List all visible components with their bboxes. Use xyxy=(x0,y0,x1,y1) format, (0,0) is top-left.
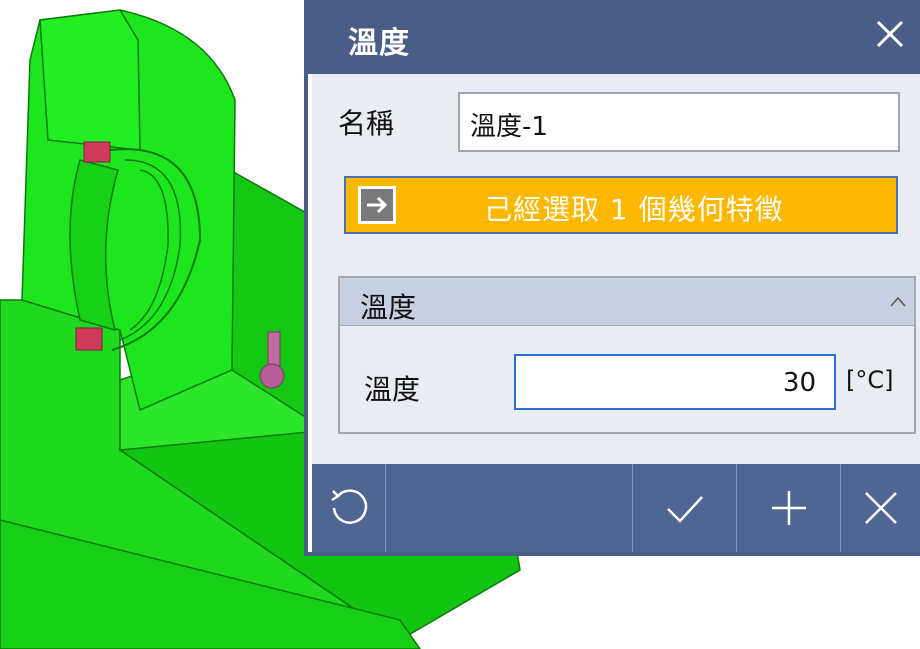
check-icon xyxy=(666,496,703,523)
temperature-field[interactable]: 30 xyxy=(514,354,836,410)
ok-button[interactable] xyxy=(632,464,736,552)
dialog-title: 溫度 xyxy=(348,26,410,61)
arrow-right-icon xyxy=(358,186,396,224)
temperature-group: 溫度 溫度 30 [°C] xyxy=(338,276,916,434)
cancel-button[interactable] xyxy=(840,464,920,552)
temperature-unit: [°C] xyxy=(846,366,894,394)
name-value: 溫度-1 xyxy=(470,112,548,142)
geometry-selection-button[interactable]: 己經選取 1 個幾何特徵 xyxy=(344,176,898,234)
dialog-body: 名稱 溫度-1 己經選取 1 個幾何特徵 溫度 溫度 30 [°C] xyxy=(312,74,920,464)
name-label: 名稱 xyxy=(338,107,395,140)
dialog-titlebar[interactable]: 溫度 xyxy=(308,0,920,74)
reset-icon xyxy=(330,489,367,524)
group-title: 溫度 xyxy=(360,291,417,324)
temperature-label: 溫度 xyxy=(364,373,421,406)
add-button[interactable] xyxy=(736,464,840,552)
group-header[interactable]: 溫度 xyxy=(340,278,914,326)
temperature-value: 30 xyxy=(782,368,816,398)
cancel-icon xyxy=(864,492,897,524)
reset-button[interactable] xyxy=(312,464,386,552)
temperature-dialog: 溫度 名稱 溫度-1 己經選取 1 個幾何特徵 溫度 溫度 30 [°C] xyxy=(304,0,920,556)
selection-status-text: 己經選取 1 個幾何特徵 xyxy=(484,193,784,226)
close-icon[interactable] xyxy=(868,12,912,56)
name-field[interactable]: 溫度-1 xyxy=(458,92,900,152)
dialog-toolbar xyxy=(312,464,920,552)
chevron-up-icon[interactable] xyxy=(888,292,908,312)
plus-icon xyxy=(771,491,806,525)
